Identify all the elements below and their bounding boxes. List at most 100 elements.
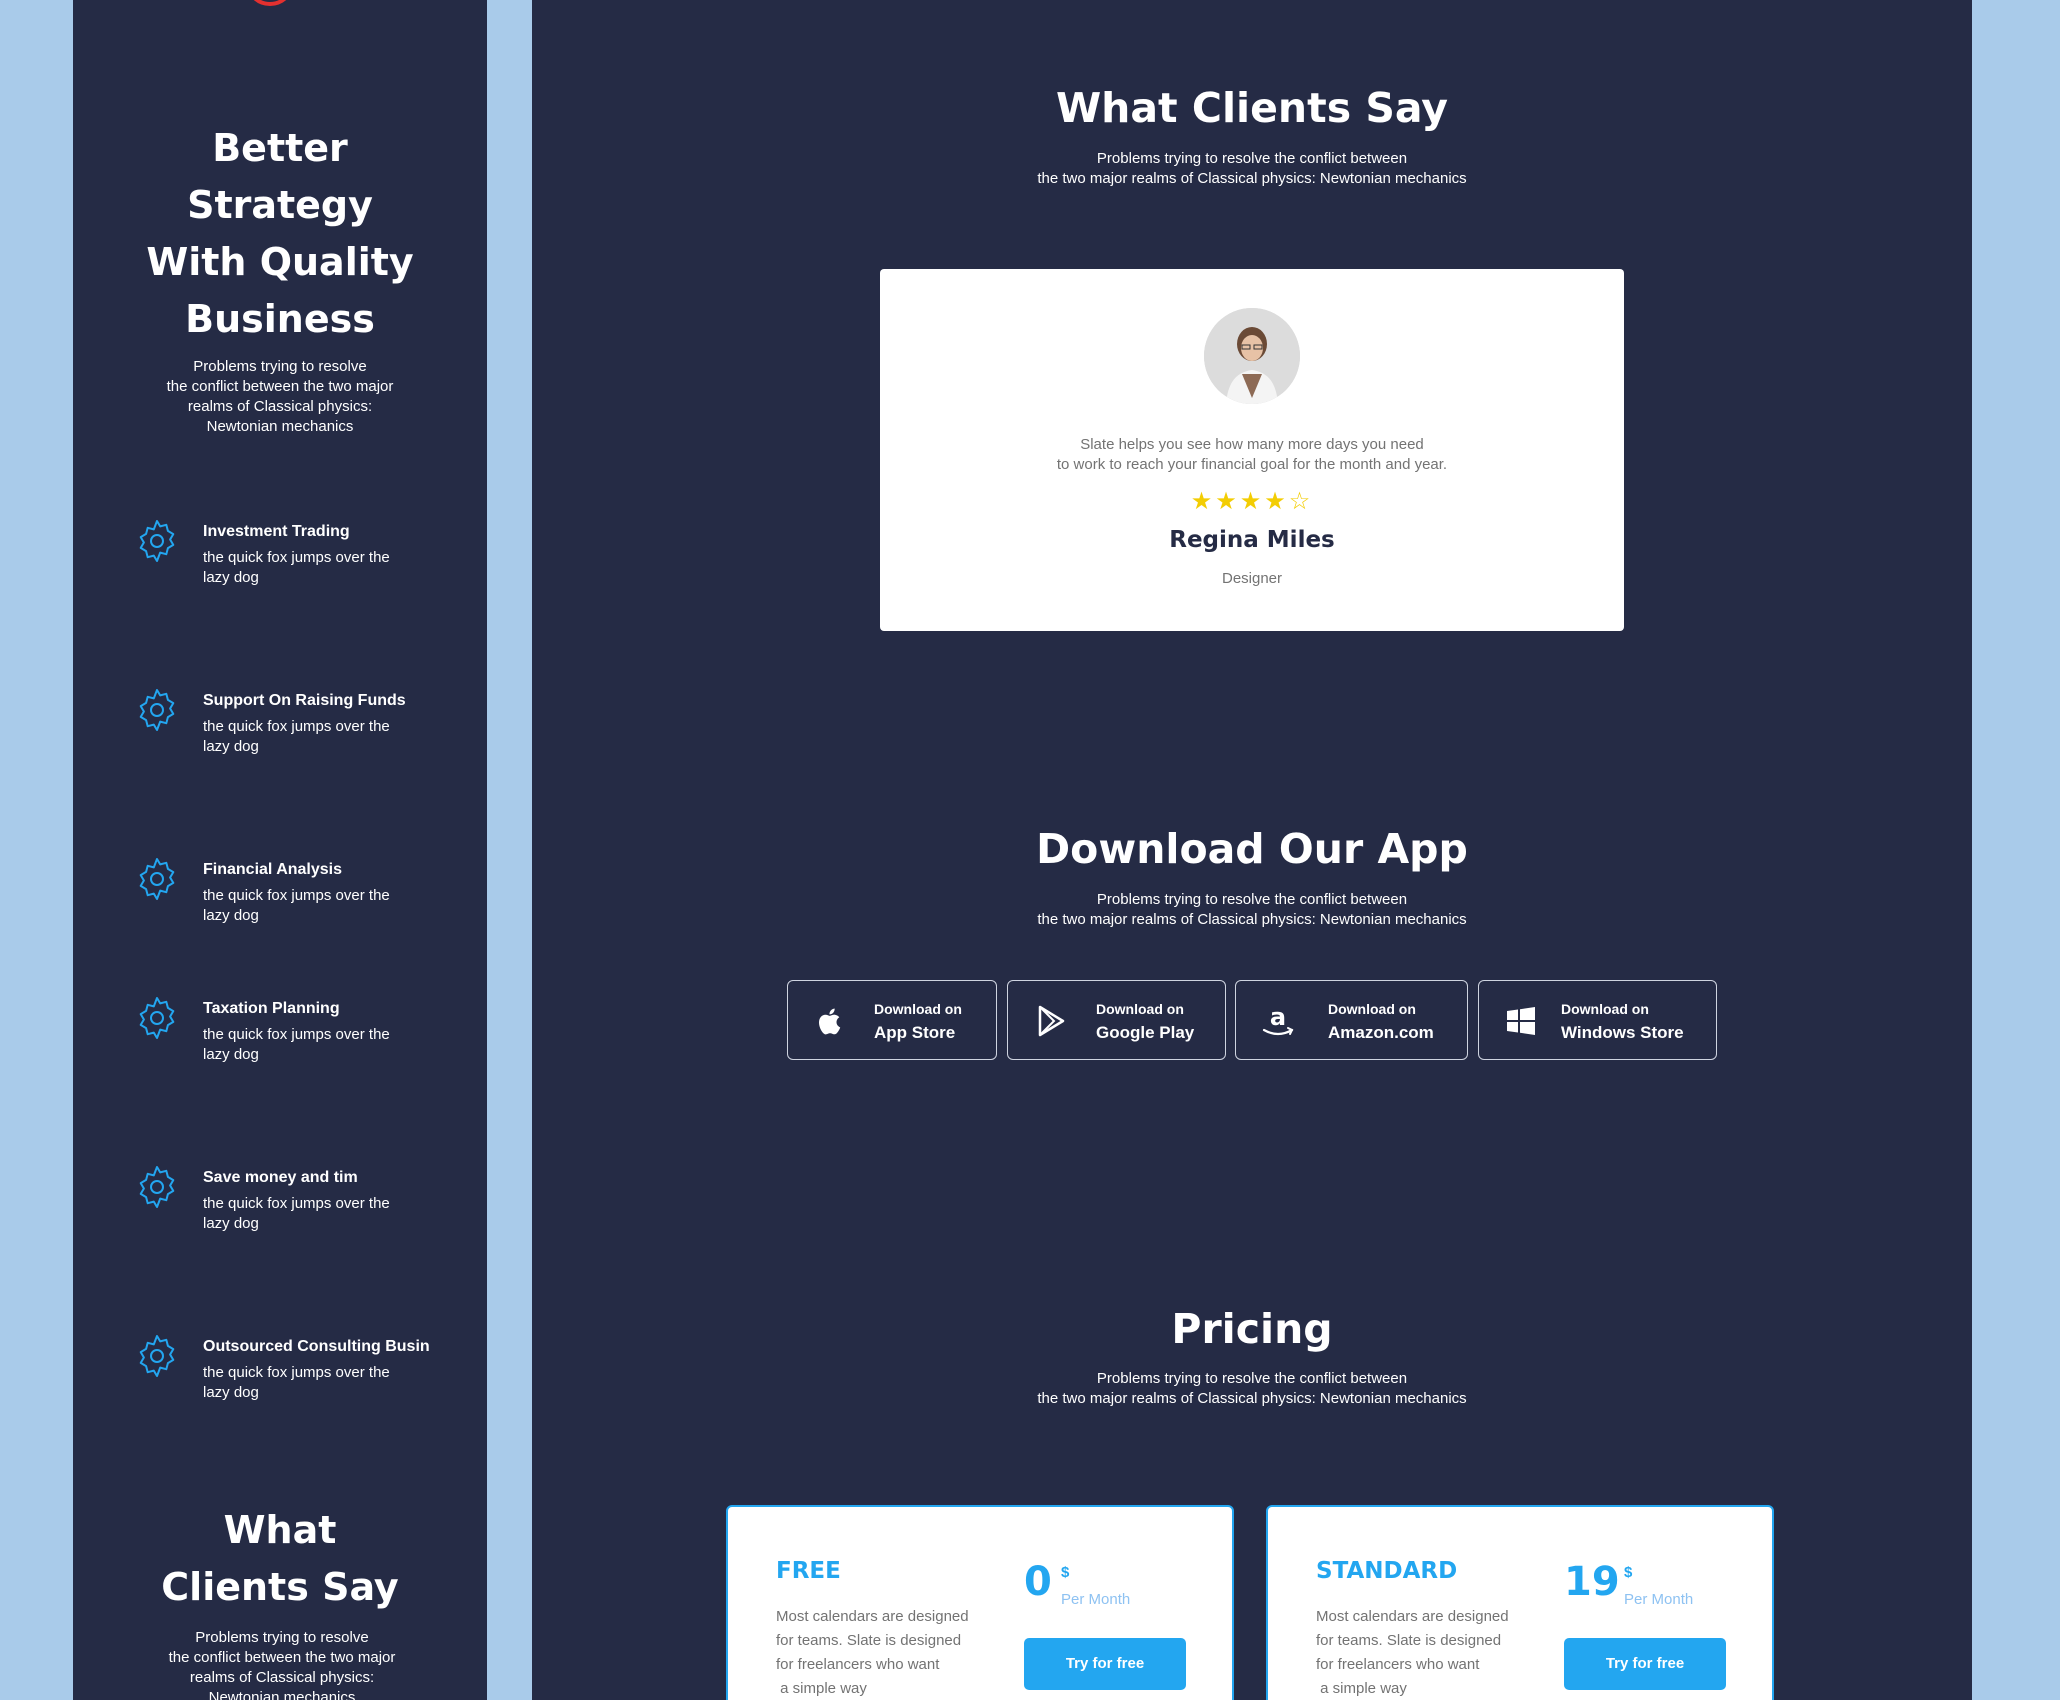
feature-desc-line: lazy dog (203, 907, 259, 924)
feature-desc-line: the quick fox jumps over the (203, 718, 390, 735)
feature-title: Financial Analysis (203, 861, 343, 878)
store-small-label: Download on (1561, 1001, 1649, 1017)
testimonial-quote: Slate helps you see how many more days y… (880, 435, 1624, 475)
feature-item: Investment Trading the quick fox jumps ov… (133, 517, 473, 597)
plan-desc-line: Most calendars are designed (776, 1608, 969, 1625)
gear-icon (139, 689, 175, 731)
pricing-title: Pricing (1171, 1305, 1333, 1353)
plan-desc-line: for teams. Slate is designed (776, 1632, 962, 1649)
plan-description: Most calendars are designed for teams. S… (1316, 1605, 1546, 1700)
gear-icon (139, 1335, 175, 1377)
rating-stars: ★★★★☆ (880, 487, 1624, 516)
plan-desc-line: a simple way (1316, 1680, 1407, 1697)
download-desc-line: Problems trying to resolve the conflict … (1096, 891, 1408, 908)
plan-name: STANDARD (1316, 1558, 1458, 1584)
feature-desc-line: the quick fox jumps over the (203, 549, 390, 566)
pricing-desc-line: Problems trying to resolve the conflict … (1096, 1370, 1408, 1387)
plan-desc-line: a simple way (776, 1680, 867, 1697)
plan-name: FREE (776, 1558, 841, 1584)
testimonial-quote-line: to work to reach your financial goal for… (1056, 456, 1448, 473)
sidebar-hero-desc-line: the conflict between the two major (166, 378, 394, 395)
plan-price: 19 (1564, 1559, 1620, 1605)
feature-desc-line: lazy dog (203, 738, 259, 755)
store-small-label: Download on (1328, 1001, 1416, 1017)
sidebar-hero-title-line: With Quality (146, 240, 414, 284)
try-for-free-button[interactable]: Try for free (1564, 1638, 1726, 1690)
feature-description: the quick fox jumps over the lazy dog (203, 548, 423, 588)
store-name: Windows Store (1561, 1023, 1684, 1042)
sidebar-clients-desc-line: the conflict between the two major (168, 1649, 396, 1666)
sidebar-clients-title-line: Clients Say (161, 1565, 399, 1609)
testimonial-role: Designer (1221, 570, 1283, 587)
amazon-icon: a (1262, 1003, 1294, 1036)
sidebar-hero-description: Problems trying to resolve the conflict … (123, 357, 437, 437)
sidebar-hero-desc-line: Problems trying to resolve (193, 358, 367, 375)
feature-desc-line: the quick fox jumps over the (203, 1364, 390, 1381)
store-small-label: Download on (874, 1001, 962, 1017)
pricing-desc-line: the two major realms of Classical physic… (1037, 1390, 1467, 1407)
gear-icon (139, 520, 175, 562)
try-for-free-button[interactable]: Try for free (1024, 1638, 1186, 1690)
sidebar-hero-title-line: Better (212, 126, 348, 170)
gear-icon (139, 858, 175, 900)
testimonial-card: Slate helps you see how many more days y… (880, 269, 1624, 631)
app-store-button[interactable]: Download on App Store (787, 980, 997, 1060)
testimonials-title: What Clients Say (1055, 84, 1449, 132)
apple-icon (819, 1008, 841, 1035)
testimonials-desc-line: the two major realms of Classical physic… (1037, 170, 1467, 187)
star-empty-icon: ☆ (1288, 488, 1314, 515)
sidebar-clients-title: What Clients Say (73, 1502, 487, 1616)
plan-description: Most calendars are designed for teams. S… (776, 1605, 1006, 1700)
store-name: Google Play (1096, 1023, 1195, 1042)
feature-item: Save money and tim the quick fox jumps ov… (133, 1163, 473, 1243)
store-name: App Store (874, 1023, 956, 1042)
feature-item: Outsourced Consulting Busin the quick fox… (133, 1332, 473, 1412)
download-title: Download Our App (1036, 825, 1468, 873)
avatar (1204, 308, 1300, 404)
feature-item: Taxation Planning the quick fox jumps ove… (133, 994, 473, 1074)
feature-title: Outsourced Consulting Busin (203, 1338, 430, 1355)
testimonials-description: Problems trying to resolve the conflict … (532, 149, 1972, 189)
feature-description: the quick fox jumps over the lazy dog (203, 886, 423, 926)
feature-desc-line: lazy dog (203, 1046, 259, 1063)
gear-icon (139, 1166, 175, 1208)
sidebar-clients-desc-line: realms of Classical physics: (189, 1669, 375, 1686)
sidebar-clients-desc-line: Newtonian mechanics (208, 1689, 356, 1700)
feature-desc-line: the quick fox jumps over the (203, 887, 390, 904)
store-small-label: Download on (1096, 1001, 1184, 1017)
sidebar-hero-desc-line: realms of Classical physics: (187, 398, 373, 415)
feature-description: the quick fox jumps over the lazy dog (203, 1363, 423, 1403)
pricing-card-free: FREE Most calendars are designed for tea… (726, 1505, 1234, 1700)
plan-price: 0 (1024, 1559, 1052, 1605)
sidebar-panel: Better Strategy With Quality Business Pr… (73, 0, 487, 1700)
feature-desc-line: lazy dog (203, 1384, 259, 1401)
svg-text:a: a (1270, 1003, 1286, 1031)
sidebar-clients-title-line: What (223, 1508, 337, 1552)
star-filled-icon: ★ (1264, 488, 1289, 515)
main-panel: What Clients Say Problems trying to reso… (532, 0, 1972, 1700)
feature-item: Financial Analysis the quick fox jumps ov… (133, 855, 473, 935)
windows-store-button[interactable]: Download on Windows Store (1478, 980, 1717, 1060)
feature-title: Taxation Planning (203, 1000, 340, 1017)
feature-item: Support On Raising Funds the quick fox ju… (133, 686, 473, 766)
feature-desc-line: the quick fox jumps over the (203, 1026, 390, 1043)
star-filled-icon: ★ (1215, 488, 1240, 515)
feature-title: Save money and tim (203, 1169, 358, 1186)
plan-desc-line: for freelancers who want (776, 1656, 940, 1673)
sidebar-hero-title: Better Strategy With Quality Business (73, 120, 487, 348)
plan-desc-line: for teams. Slate is designed (1316, 1632, 1502, 1649)
feature-description: the quick fox jumps over the lazy dog (203, 1025, 423, 1065)
testimonials-desc-line: Problems trying to resolve the conflict … (1096, 150, 1408, 167)
store-name: Amazon.com (1328, 1023, 1434, 1042)
testimonial-quote-line: Slate helps you see how many more days y… (1080, 436, 1424, 453)
pricing-card-standard: STANDARD Most calendars are designed for… (1266, 1505, 1774, 1700)
sidebar-hero-title-line: Strategy (187, 183, 373, 227)
amazon-button[interactable]: a Download on Amazon.com (1235, 980, 1468, 1060)
feature-desc-line: the quick fox jumps over the (203, 1195, 390, 1212)
star-filled-icon: ★ (1239, 488, 1265, 515)
logo-icon (245, 0, 295, 6)
google-play-button[interactable]: Download on Google Play (1007, 980, 1226, 1060)
sidebar-clients-description: Problems trying to resolve the conflict … (137, 1628, 427, 1700)
star-filled-icon: ★ (1190, 488, 1216, 515)
sidebar-hero-desc-line: Newtonian mechanics (206, 418, 354, 435)
